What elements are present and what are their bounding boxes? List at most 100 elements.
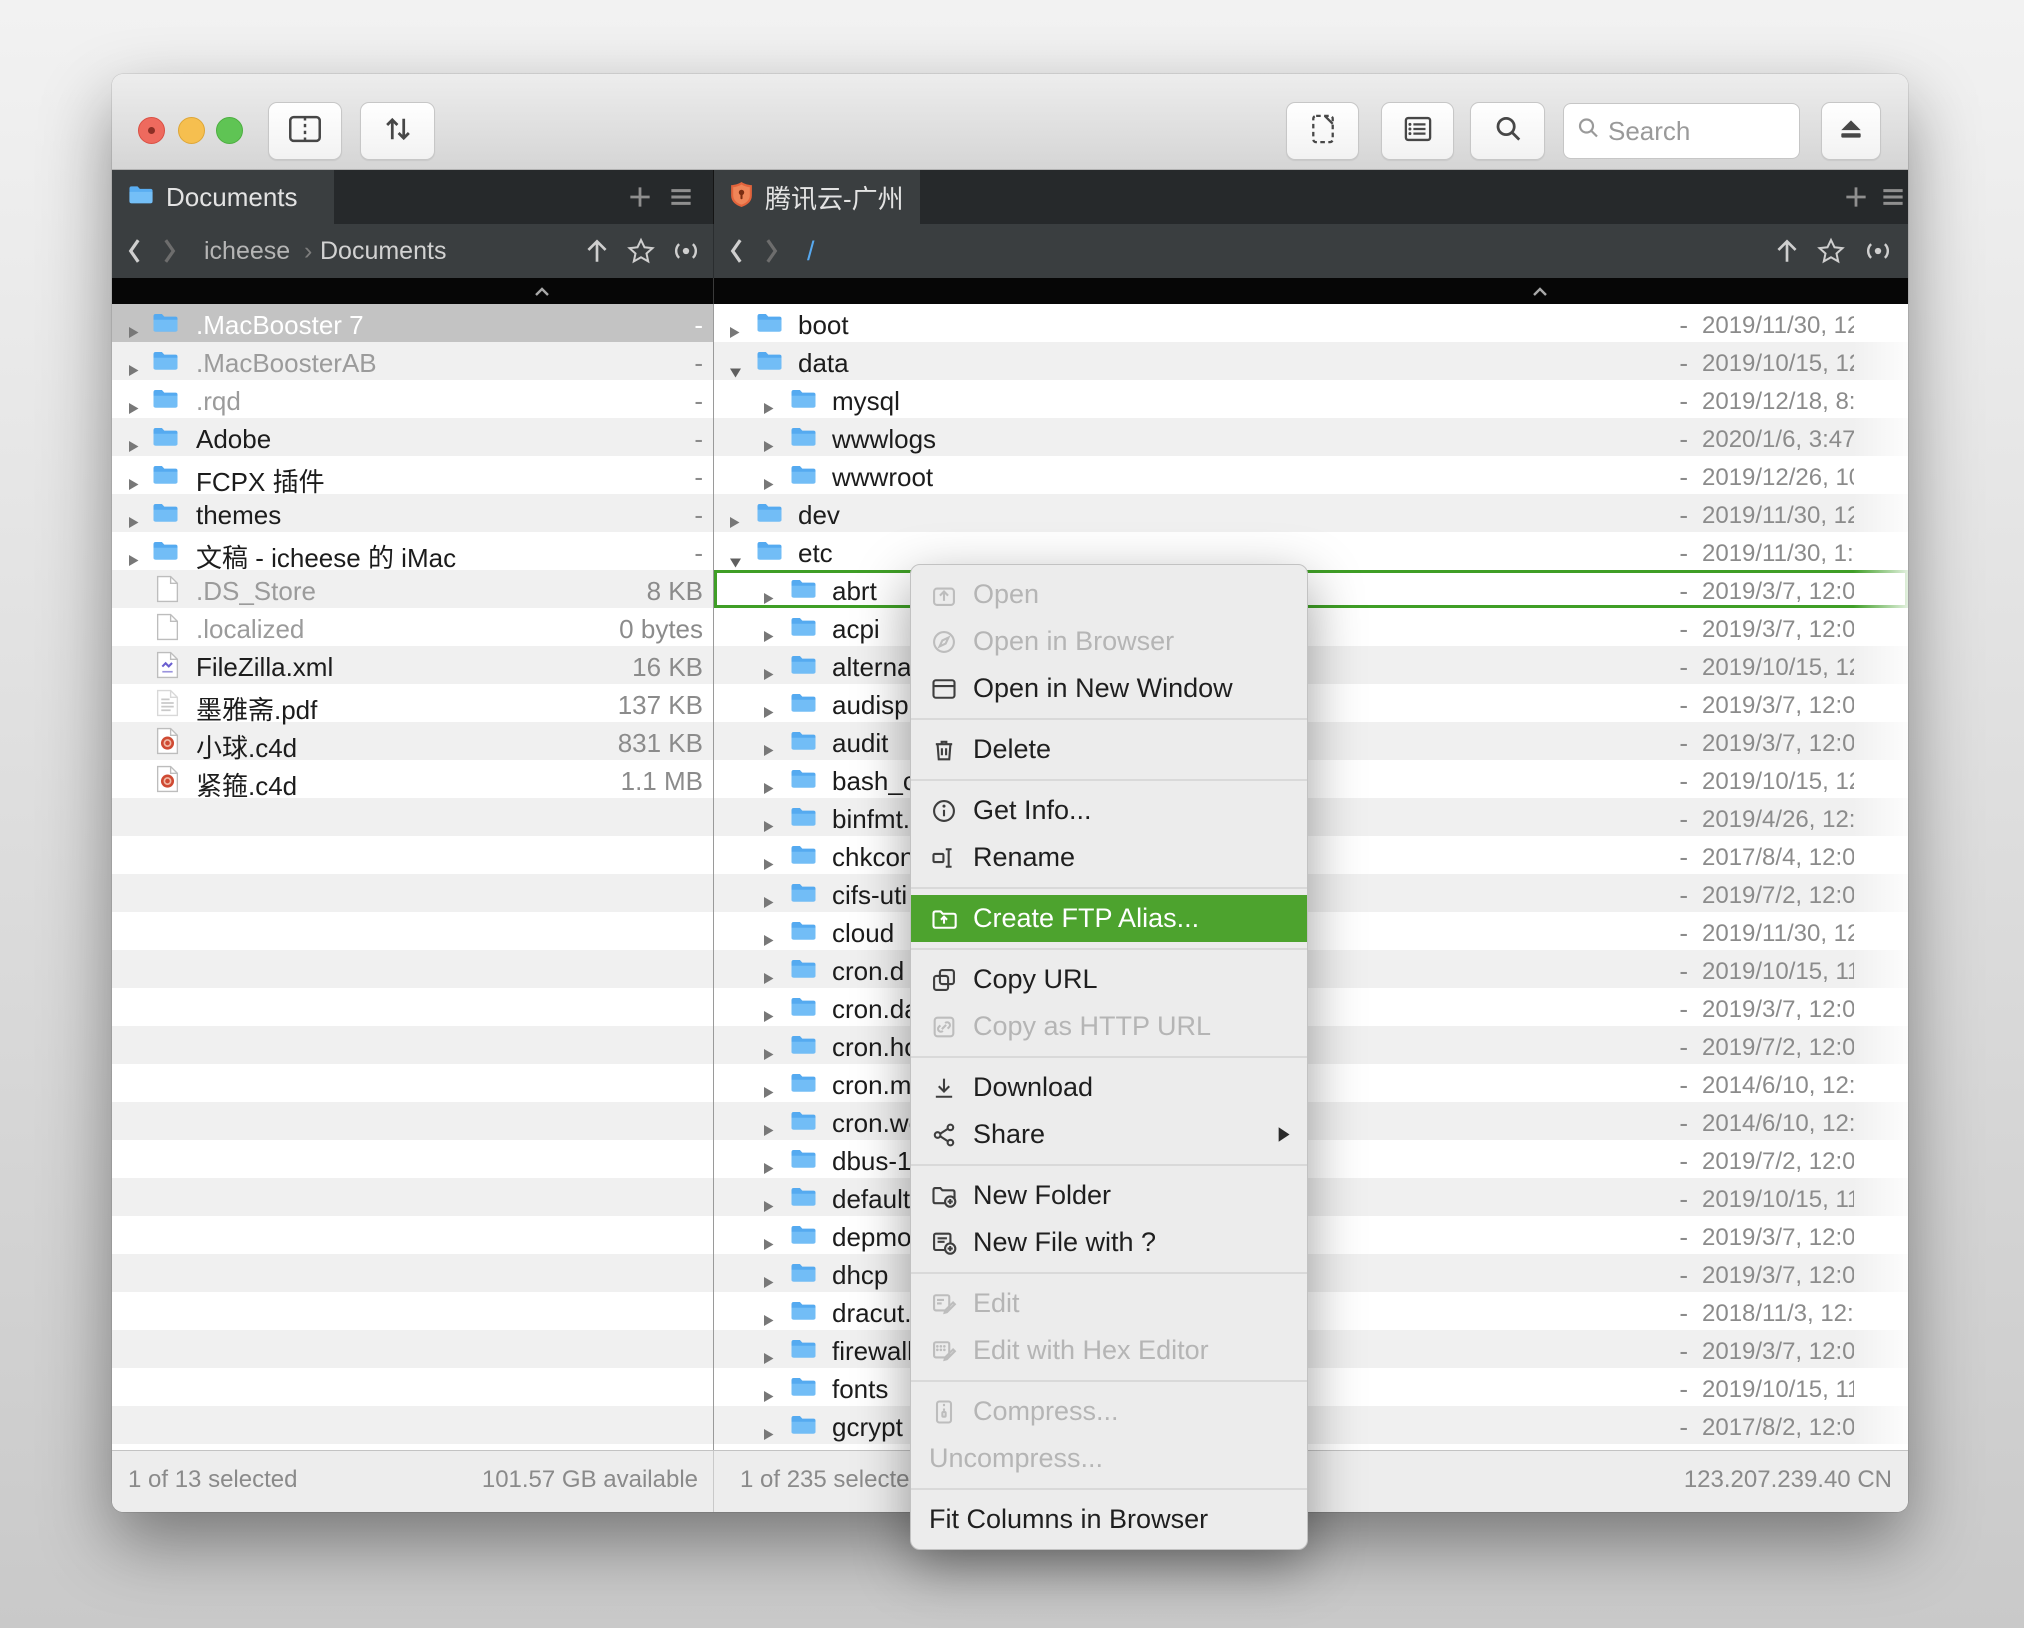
transfers-button[interactable] bbox=[360, 102, 435, 160]
breadcrumb-current[interactable]: Documents bbox=[320, 224, 446, 278]
remote-row[interactable]: wwwroot-2019/12/26, 10: bbox=[714, 456, 1908, 494]
remote-row[interactable]: cron.da-2019/3/7, 12:00 bbox=[714, 988, 1908, 1026]
tab-documents[interactable]: Documents bbox=[112, 170, 334, 224]
remote-row[interactable]: cron.m-2014/6/10, 12:0 bbox=[714, 1064, 1908, 1102]
menu-item-rename[interactable]: Rename bbox=[911, 834, 1307, 881]
back-icon[interactable] bbox=[728, 224, 746, 278]
tab-bar: Documents 腾讯云-广州 bbox=[112, 170, 1908, 224]
remote-row[interactable]: alterna-2019/10/15, 12: bbox=[714, 646, 1908, 684]
tab-menu-icon[interactable] bbox=[1880, 182, 1906, 217]
file-row[interactable]: .MacBoosterAB- bbox=[112, 342, 713, 380]
file-date: 2019/3/7, 12:00 bbox=[1702, 692, 1854, 720]
remote-row[interactable]: cron.we-2014/6/10, 12:0 bbox=[714, 1102, 1908, 1140]
file-row[interactable]: .localized0 bytes bbox=[112, 608, 713, 646]
remote-row[interactable]: dev-2019/11/30, 12: bbox=[714, 494, 1908, 532]
file-date: 2020/1/6, 3:47 bbox=[1702, 426, 1854, 454]
remote-row[interactable]: boot-2019/11/30, 12: bbox=[714, 304, 1908, 342]
remote-row[interactable]: acpi-2019/3/7, 12:00 bbox=[714, 608, 1908, 646]
split-view-button[interactable] bbox=[268, 102, 342, 160]
file-row[interactable]: FileZilla.xml16 KB bbox=[112, 646, 713, 684]
file-row[interactable]: 文稿 - icheese 的 iMac- bbox=[112, 532, 713, 570]
search-toggle-button[interactable] bbox=[1470, 102, 1545, 160]
traffic-light-close[interactable] bbox=[138, 117, 165, 144]
remote-row[interactable]: fonts-2019/10/15, 11:5 bbox=[714, 1368, 1908, 1406]
file-name: themes bbox=[196, 500, 281, 531]
file-name: depmo bbox=[832, 1222, 912, 1253]
remote-row[interactable]: abrt-2019/3/7, 12:00 bbox=[714, 570, 1908, 608]
remote-row[interactable]: cifs-uti-2019/7/2, 12:00 bbox=[714, 874, 1908, 912]
remote-row[interactable]: depmo-2019/3/7, 12:00 bbox=[714, 1216, 1908, 1254]
menu-item-new-file-with[interactable]: New File with ? bbox=[911, 1219, 1307, 1266]
menu-item-new-folder[interactable]: New Folder bbox=[911, 1172, 1307, 1219]
file-row[interactable]: 墨雅斋.pdf137 KB bbox=[112, 684, 713, 722]
remote-row[interactable]: cloud-2019/11/30, 12: bbox=[714, 912, 1908, 950]
menu-item-delete[interactable]: Delete bbox=[911, 726, 1307, 773]
menu-item-share[interactable]: Share bbox=[911, 1111, 1307, 1158]
remote-row[interactable]: data-2019/10/15, 12: bbox=[714, 342, 1908, 380]
file-row[interactable]: .DS_Store8 KB bbox=[112, 570, 713, 608]
remote-row[interactable]: etc-2019/11/30, 1:0 bbox=[714, 532, 1908, 570]
forward-icon[interactable] bbox=[762, 224, 780, 278]
menu-item-copy-url[interactable]: Copy URL bbox=[911, 956, 1307, 1003]
remote-row[interactable]: dracut.-2018/11/3, 12:0 bbox=[714, 1292, 1908, 1330]
menu-item-download[interactable]: Download bbox=[911, 1064, 1307, 1111]
path-bar: icheese › Documents / bbox=[112, 224, 1908, 278]
remote-row[interactable]: gcrypt-2017/8/2, 12:00 bbox=[714, 1406, 1908, 1444]
menu-item-open-in-new-window[interactable]: Open in New Window bbox=[911, 665, 1307, 712]
remote-path[interactable]: / bbox=[807, 224, 815, 278]
favorites-star-icon[interactable] bbox=[1816, 224, 1846, 278]
file-row[interactable]: 小球.c4d831 KB bbox=[112, 722, 713, 760]
file-row[interactable]: FCPX 插件- bbox=[112, 456, 713, 494]
traffic-light-minimize[interactable] bbox=[178, 117, 205, 144]
tab-remote-server[interactable]: 腾讯云-广州 bbox=[714, 170, 920, 224]
remote-row[interactable]: cron.ho-2019/7/2, 12:00 bbox=[714, 1026, 1908, 1064]
file-row[interactable]: 紧箍.c4d1.1 MB bbox=[112, 760, 713, 798]
tab-label: Documents bbox=[166, 182, 298, 213]
remote-row[interactable]: firewall-2019/3/7, 12:00 bbox=[714, 1330, 1908, 1368]
traffic-light-zoom[interactable] bbox=[216, 117, 243, 144]
remote-row[interactable]: audit-2019/3/7, 12:00 bbox=[714, 722, 1908, 760]
menu-item-fit-columns-in-browser[interactable]: Fit Columns in Browser bbox=[911, 1496, 1307, 1543]
column-header[interactable] bbox=[112, 278, 1908, 304]
remote-row[interactable]: audisp-2019/3/7, 12:00 bbox=[714, 684, 1908, 722]
file-row[interactable]: themes- bbox=[112, 494, 713, 532]
menu-item-label: Open in New Window bbox=[973, 673, 1233, 704]
remote-row[interactable]: chkcon-2017/8/4, 12:00 bbox=[714, 836, 1908, 874]
disconnect-button[interactable] bbox=[1821, 102, 1881, 160]
file-size: 0 bytes bbox=[619, 614, 703, 645]
favorites-star-icon[interactable] bbox=[626, 224, 656, 278]
activity-list-button[interactable] bbox=[1381, 102, 1454, 160]
file-size: - bbox=[1648, 500, 1688, 531]
menu-item-copy-as-http-url: Copy as HTTP URL bbox=[911, 1003, 1307, 1050]
file-size: - bbox=[1648, 918, 1688, 949]
remote-row[interactable]: bash_c-2019/10/15, 12: bbox=[714, 760, 1908, 798]
broadcast-icon[interactable] bbox=[668, 224, 704, 278]
back-icon[interactable] bbox=[126, 224, 144, 278]
remote-row[interactable]: default-2019/10/15, 11:5 bbox=[714, 1178, 1908, 1216]
remote-row[interactable]: dhcp-2019/3/7, 12:00 bbox=[714, 1254, 1908, 1292]
broadcast-icon[interactable] bbox=[1860, 224, 1896, 278]
file-row[interactable]: Adobe- bbox=[112, 418, 713, 456]
parent-folder-icon[interactable] bbox=[584, 224, 610, 278]
file-size: - bbox=[694, 424, 703, 455]
new-tab-icon[interactable] bbox=[1844, 182, 1868, 217]
forward-icon[interactable] bbox=[160, 224, 178, 278]
file-row[interactable]: .rqd- bbox=[112, 380, 713, 418]
file-date: 2019/11/30, 12: bbox=[1702, 502, 1854, 530]
parent-folder-icon[interactable] bbox=[1774, 224, 1800, 278]
remote-row[interactable]: wwwlogs-2020/1/6, 3:47 bbox=[714, 418, 1908, 456]
remote-row[interactable]: mysql-2019/12/18, 8:4 bbox=[714, 380, 1908, 418]
remote-row[interactable]: binfmt.-2019/4/26, 12:0 bbox=[714, 798, 1908, 836]
quick-preview-button[interactable] bbox=[1286, 102, 1359, 160]
sort-caret-icon bbox=[1531, 285, 1549, 303]
menu-item-create-ftp-alias[interactable]: Create FTP Alias... bbox=[911, 895, 1307, 942]
remote-row[interactable]: dbus-1-2019/7/2, 12:00 bbox=[714, 1140, 1908, 1178]
new-tab-icon[interactable] bbox=[628, 182, 652, 217]
file-row[interactable]: .MacBooster 7- bbox=[112, 304, 713, 342]
search-input[interactable]: Search bbox=[1563, 103, 1800, 159]
remote-row[interactable]: cron.d-2019/10/15, 11:5 bbox=[714, 950, 1908, 988]
tab-menu-icon[interactable] bbox=[668, 182, 694, 217]
menu-item-get-info[interactable]: Get Info... bbox=[911, 787, 1307, 834]
browser-icon bbox=[929, 627, 959, 657]
breadcrumb-parent[interactable]: icheese bbox=[204, 224, 290, 278]
